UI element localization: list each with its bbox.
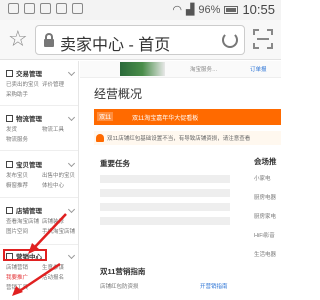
arrow-head — [12, 286, 23, 296]
arrow-line — [33, 213, 67, 249]
arrow-line — [17, 262, 61, 294]
annotation-arrows — [12, 213, 67, 296]
